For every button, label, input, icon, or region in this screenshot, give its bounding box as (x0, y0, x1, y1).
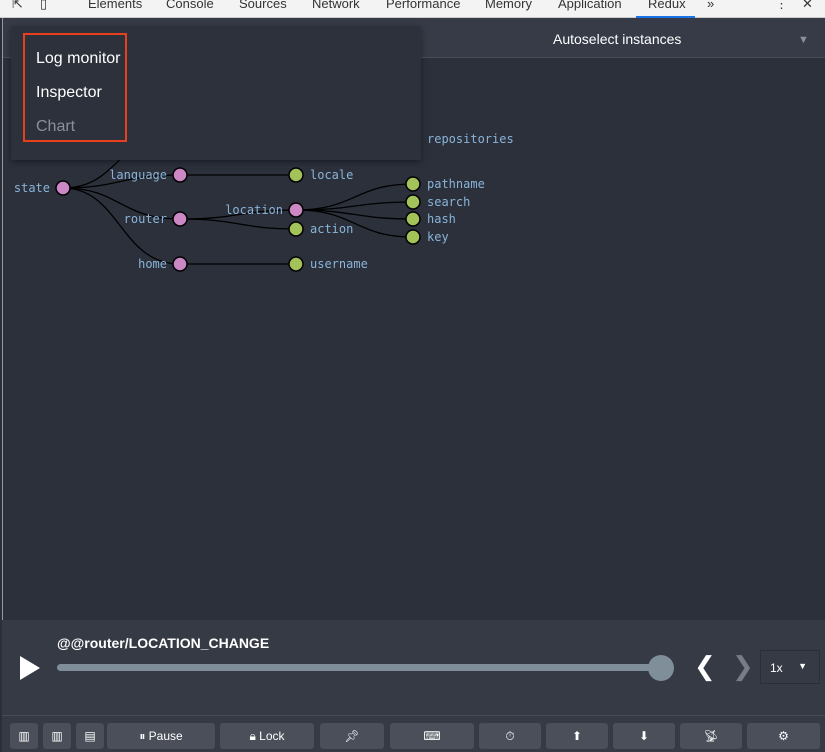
speed-select[interactable]: 1x ▼ (760, 650, 820, 684)
previous-action-icon[interactable]: ❮ (694, 652, 716, 682)
pause-label: Pause (148, 729, 183, 743)
pause-icon: ⏸ (139, 729, 149, 743)
tree-node-label: state (14, 181, 50, 195)
dock-bottom-button[interactable]: ▤ (76, 723, 104, 749)
tree-node-label: username (310, 257, 368, 271)
tree-node-username[interactable] (288, 256, 304, 272)
import-button[interactable]: ⬇ (613, 723, 675, 749)
tree-node-label: hash (427, 212, 456, 226)
tree-node-hash[interactable] (405, 211, 421, 227)
tree-node-location[interactable] (288, 202, 304, 218)
tree-node-language[interactable] (172, 167, 188, 183)
timeline-slider[interactable] (57, 664, 662, 671)
slider-thumb[interactable] (648, 655, 674, 681)
play-icon[interactable] (20, 656, 40, 680)
tree-node-locale[interactable] (288, 167, 304, 183)
export-button[interactable]: ⬆ (546, 723, 608, 749)
dock-left-button[interactable]: ▥ (10, 723, 38, 749)
tree-node-label: key (427, 230, 449, 244)
remote-button[interactable]: 📡︎ (680, 723, 742, 749)
timer-button[interactable]: ⏱ (479, 723, 541, 749)
dock-right-button[interactable]: ▥ (43, 723, 71, 749)
slider-monitor: @@router/LOCATION_CHANGE ❮ ❯ 1x ▼ (2, 620, 825, 715)
tree-node-search[interactable] (405, 194, 421, 210)
tree-node-label: pathname (427, 177, 485, 191)
remote-antenna-icon: 📡︎ (703, 729, 719, 743)
next-action-icon[interactable]: ❯ (732, 652, 754, 682)
tree-node-label: language (109, 168, 167, 182)
tree-node-label: search (427, 195, 470, 209)
keyboard-icon: ⌨ (423, 729, 441, 743)
lock-label: Lock (259, 729, 285, 743)
pin-icon: 📌︎ (344, 729, 360, 743)
pin-button[interactable]: 📌︎ (320, 723, 384, 749)
tree-node-router[interactable] (172, 211, 188, 227)
bottom-toolbar: ▥ ▥ ▤ ⏸ Pause 🔒︎ Lock 📌︎ ⌨ ⏱ ⬆ ⬇ 📡︎ ⚙ (2, 715, 825, 752)
tree-node-label: action (310, 222, 353, 236)
tree-node-action[interactable] (288, 221, 304, 237)
current-action-label: @@router/LOCATION_CHANGE (57, 635, 270, 651)
tree-node-home[interactable] (172, 256, 188, 272)
lock-button[interactable]: 🔒︎ Lock (220, 723, 314, 749)
lock-icon: 🔒︎ (249, 729, 260, 743)
keyboard-button[interactable]: ⌨ (390, 723, 474, 749)
pause-button[interactable]: ⏸ Pause (107, 723, 215, 749)
highlight-box (23, 33, 127, 142)
tree-node-label: home (138, 257, 167, 271)
tree-node-label: locale (310, 168, 353, 182)
tree-node-label: location (225, 203, 283, 217)
tree-node-label: router (124, 212, 167, 226)
settings-button[interactable]: ⚙ (747, 723, 820, 749)
tree-node-label: repositories (427, 132, 514, 146)
gear-icon: ⚙ (778, 729, 789, 743)
tree-node-key[interactable] (405, 229, 421, 245)
download-icon: ⬇ (638, 729, 650, 743)
upload-icon: ⬆ (571, 729, 583, 743)
speed-value: 1x (770, 661, 783, 675)
timer-off-icon: ⏱ (505, 729, 515, 743)
tree-node-state[interactable] (55, 180, 71, 196)
chevron-down-icon: ▼ (798, 661, 807, 671)
tree-node-pathname[interactable] (405, 176, 421, 192)
